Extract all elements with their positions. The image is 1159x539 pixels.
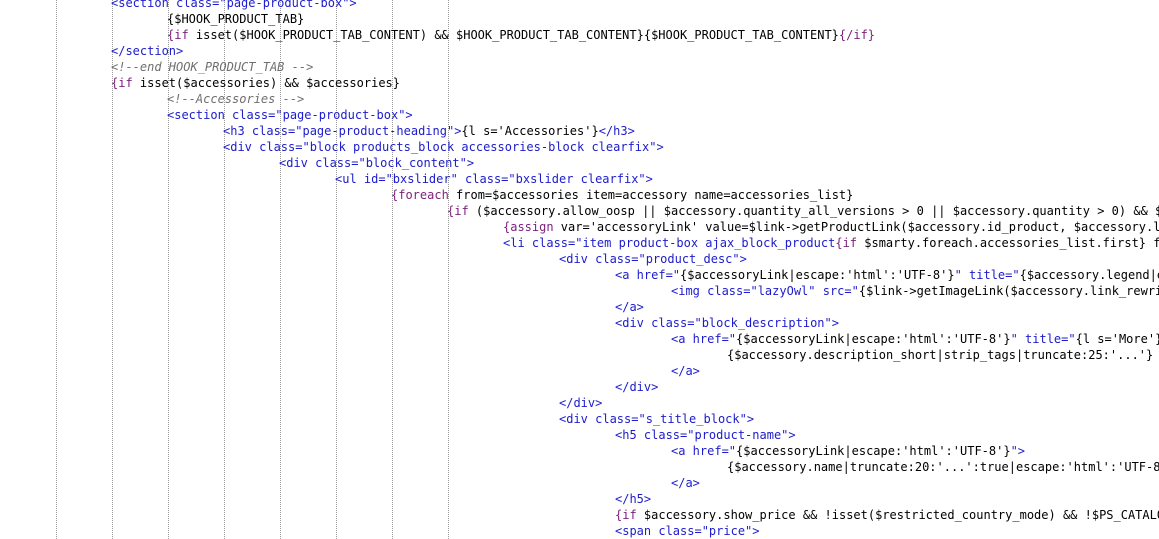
code-line[interactable]: {$accessory.description_short|strip_tags… bbox=[0, 347, 1159, 363]
code-editor[interactable]: <section class="page-product-box"> {$HOOK… bbox=[0, 0, 1159, 539]
code-token: {$link->getImageLink($accessory.link_rew… bbox=[858, 284, 1159, 298]
code-token: {if bbox=[167, 28, 189, 42]
code-token: </div> bbox=[559, 396, 603, 410]
code-token: <a href=" bbox=[671, 332, 737, 346]
code-line[interactable]: {if $accessory.show_price && !isset($res… bbox=[0, 507, 1159, 523]
code-line[interactable]: <li class="item product-box ajax_block_p… bbox=[0, 235, 1159, 251]
code-line[interactable]: {$accessory.name|truncate:20:'...':true|… bbox=[0, 459, 1159, 475]
code-token: ($accessory.allow_oosp || $accessory.qua… bbox=[475, 204, 1159, 218]
code-token: isset($accessories) && $accessories} bbox=[132, 76, 400, 90]
code-token: {foreach bbox=[391, 188, 449, 202]
code-line[interactable]: </div> bbox=[0, 379, 1159, 395]
code-token: from=$accessories item=accessory name=ac… bbox=[448, 188, 854, 202]
code-line[interactable]: <a href="{$accessoryLink|escape:'html':'… bbox=[0, 443, 1159, 459]
code-line[interactable]: </a> bbox=[0, 363, 1159, 379]
code-token: {if bbox=[615, 508, 637, 522]
code-line[interactable]: <section class="page-product-box"> bbox=[0, 0, 1159, 11]
code-token: <img class="lazyOwl" src=" bbox=[671, 284, 859, 298]
code-line[interactable]: </div> bbox=[0, 395, 1159, 411]
code-line[interactable]: {if isset($HOOK_PRODUCT_TAB_CONTENT) && … bbox=[0, 27, 1159, 43]
code-token: {l s='Accessories'} bbox=[461, 124, 599, 138]
code-token: <h5 class="product-name"> bbox=[615, 428, 796, 442]
code-token: </a> bbox=[671, 364, 700, 378]
code-token: </a> bbox=[615, 300, 644, 314]
code-token: {if bbox=[835, 236, 858, 250]
code-token: {$accessory.legend|escape:'html':'UTF-8'… bbox=[1019, 268, 1159, 282]
code-token: {if bbox=[447, 204, 469, 218]
code-line[interactable]: <div class="block_content"> bbox=[0, 155, 1159, 171]
code-line[interactable]: <a href="{$accessoryLink|escape:'html':'… bbox=[0, 267, 1159, 283]
code-line[interactable]: <img class="lazyOwl" src="{$link->getIma… bbox=[0, 283, 1159, 299]
code-token: var='accessoryLink' value=$link->getProd… bbox=[560, 220, 1159, 234]
code-line[interactable]: <ul id="bxslider" class="bxslider clearf… bbox=[0, 171, 1159, 187]
code-line[interactable]: <h3 class="page-product-heading">{l s='A… bbox=[0, 123, 1159, 139]
code-line[interactable]: <div class="s_title_block"> bbox=[0, 411, 1159, 427]
code-token: <div class="s_title_block"> bbox=[559, 412, 755, 426]
code-line[interactable]: </a> bbox=[0, 299, 1159, 315]
code-line[interactable]: </a> bbox=[0, 475, 1159, 491]
code-token: <section class="page-product-box"> bbox=[111, 0, 357, 10]
code-line[interactable]: {assign var='accessoryLink' value=$link-… bbox=[0, 219, 1159, 235]
code-token: <ul id="bxslider" class="bxslider clearf… bbox=[335, 172, 653, 186]
code-token: <li class="item product-box ajax_block_p… bbox=[503, 236, 836, 250]
code-token: " title=" bbox=[954, 268, 1020, 282]
code-token: <div class="block_content"> bbox=[279, 156, 475, 170]
code-line[interactable]: </section> bbox=[0, 43, 1159, 59]
code-token: {$HOOK_PRODUCT_TAB} bbox=[167, 12, 305, 26]
code-token: <h3 class="page-product-heading"> bbox=[223, 124, 462, 138]
code-line[interactable]: {if isset($accessories) && $accessories} bbox=[0, 75, 1159, 91]
code-token: $accessory.show_price && !isset($restric… bbox=[636, 508, 1159, 522]
code-line[interactable]: <section class="page-product-box"> bbox=[0, 107, 1159, 123]
code-line[interactable]: {foreach from=$accessories item=accessor… bbox=[0, 187, 1159, 203]
code-token: {$accessory.description_short|strip_tags… bbox=[727, 348, 1154, 362]
code-token: </h3> bbox=[598, 124, 635, 138]
code-line[interactable]: <!--end HOOK_PRODUCT_TAB --> bbox=[0, 59, 1159, 75]
code-line[interactable]: <div class="block_description"> bbox=[0, 315, 1159, 331]
code-token: {assign bbox=[503, 220, 554, 234]
code-token: {$accessoryLink|escape:'html':'UTF-8'} bbox=[736, 444, 1011, 458]
code-line[interactable]: <a href="{$accessoryLink|escape:'html':'… bbox=[0, 331, 1159, 347]
code-token: {$accessory.name|truncate:20:'...':true|… bbox=[727, 460, 1159, 474]
code-token: <a href=" bbox=[671, 444, 737, 458]
code-token: <span class="price"> bbox=[615, 524, 760, 538]
code-token: "> bbox=[1010, 444, 1026, 458]
code-token: </a> bbox=[671, 476, 700, 490]
code-token: {if bbox=[111, 76, 133, 90]
code-line[interactable]: {if ($accessory.allow_oosp || $accessory… bbox=[0, 203, 1159, 219]
code-line[interactable]: <div class="product_desc"> bbox=[0, 251, 1159, 267]
code-token: {$accessoryLink|escape:'html':'UTF-8'} bbox=[680, 268, 955, 282]
code-token: <div class="block_description"> bbox=[615, 316, 839, 330]
code-token: <section class="page-product-box"> bbox=[167, 108, 413, 122]
code-token: </section> bbox=[111, 44, 184, 58]
code-line[interactable]: <!--Accessories --> bbox=[0, 91, 1159, 107]
code-token: </h5> bbox=[615, 492, 652, 506]
code-token: <!--end HOOK_PRODUCT_TAB --> bbox=[111, 60, 314, 74]
code-token: {/if} bbox=[838, 28, 876, 42]
code-line[interactable]: {$HOOK_PRODUCT_TAB} bbox=[0, 11, 1159, 27]
code-token: {l s='More'} bbox=[1075, 332, 1159, 346]
code-line[interactable]: <div class="block products_block accesso… bbox=[0, 139, 1159, 155]
code-token: <!--Accessories --> bbox=[167, 92, 305, 106]
code-token: <div class="product_desc"> bbox=[559, 252, 747, 266]
code-token: " title=" bbox=[1010, 332, 1076, 346]
code-token: isset($HOOK_PRODUCT_TAB_CONTENT) && $HOO… bbox=[188, 28, 839, 42]
code-token: $smarty.foreach.accessories_list.first} … bbox=[864, 236, 1159, 250]
code-line[interactable]: </h5> bbox=[0, 491, 1159, 507]
code-token: {$accessoryLink|escape:'html':'UTF-8'} bbox=[736, 332, 1011, 346]
code-token: <a href=" bbox=[615, 268, 681, 282]
code-token: <div class="block products_block accesso… bbox=[223, 140, 664, 154]
code-token: </div> bbox=[615, 380, 659, 394]
code-line[interactable]: <h5 class="product-name"> bbox=[0, 427, 1159, 443]
code-line[interactable]: <span class="price"> bbox=[0, 523, 1159, 539]
